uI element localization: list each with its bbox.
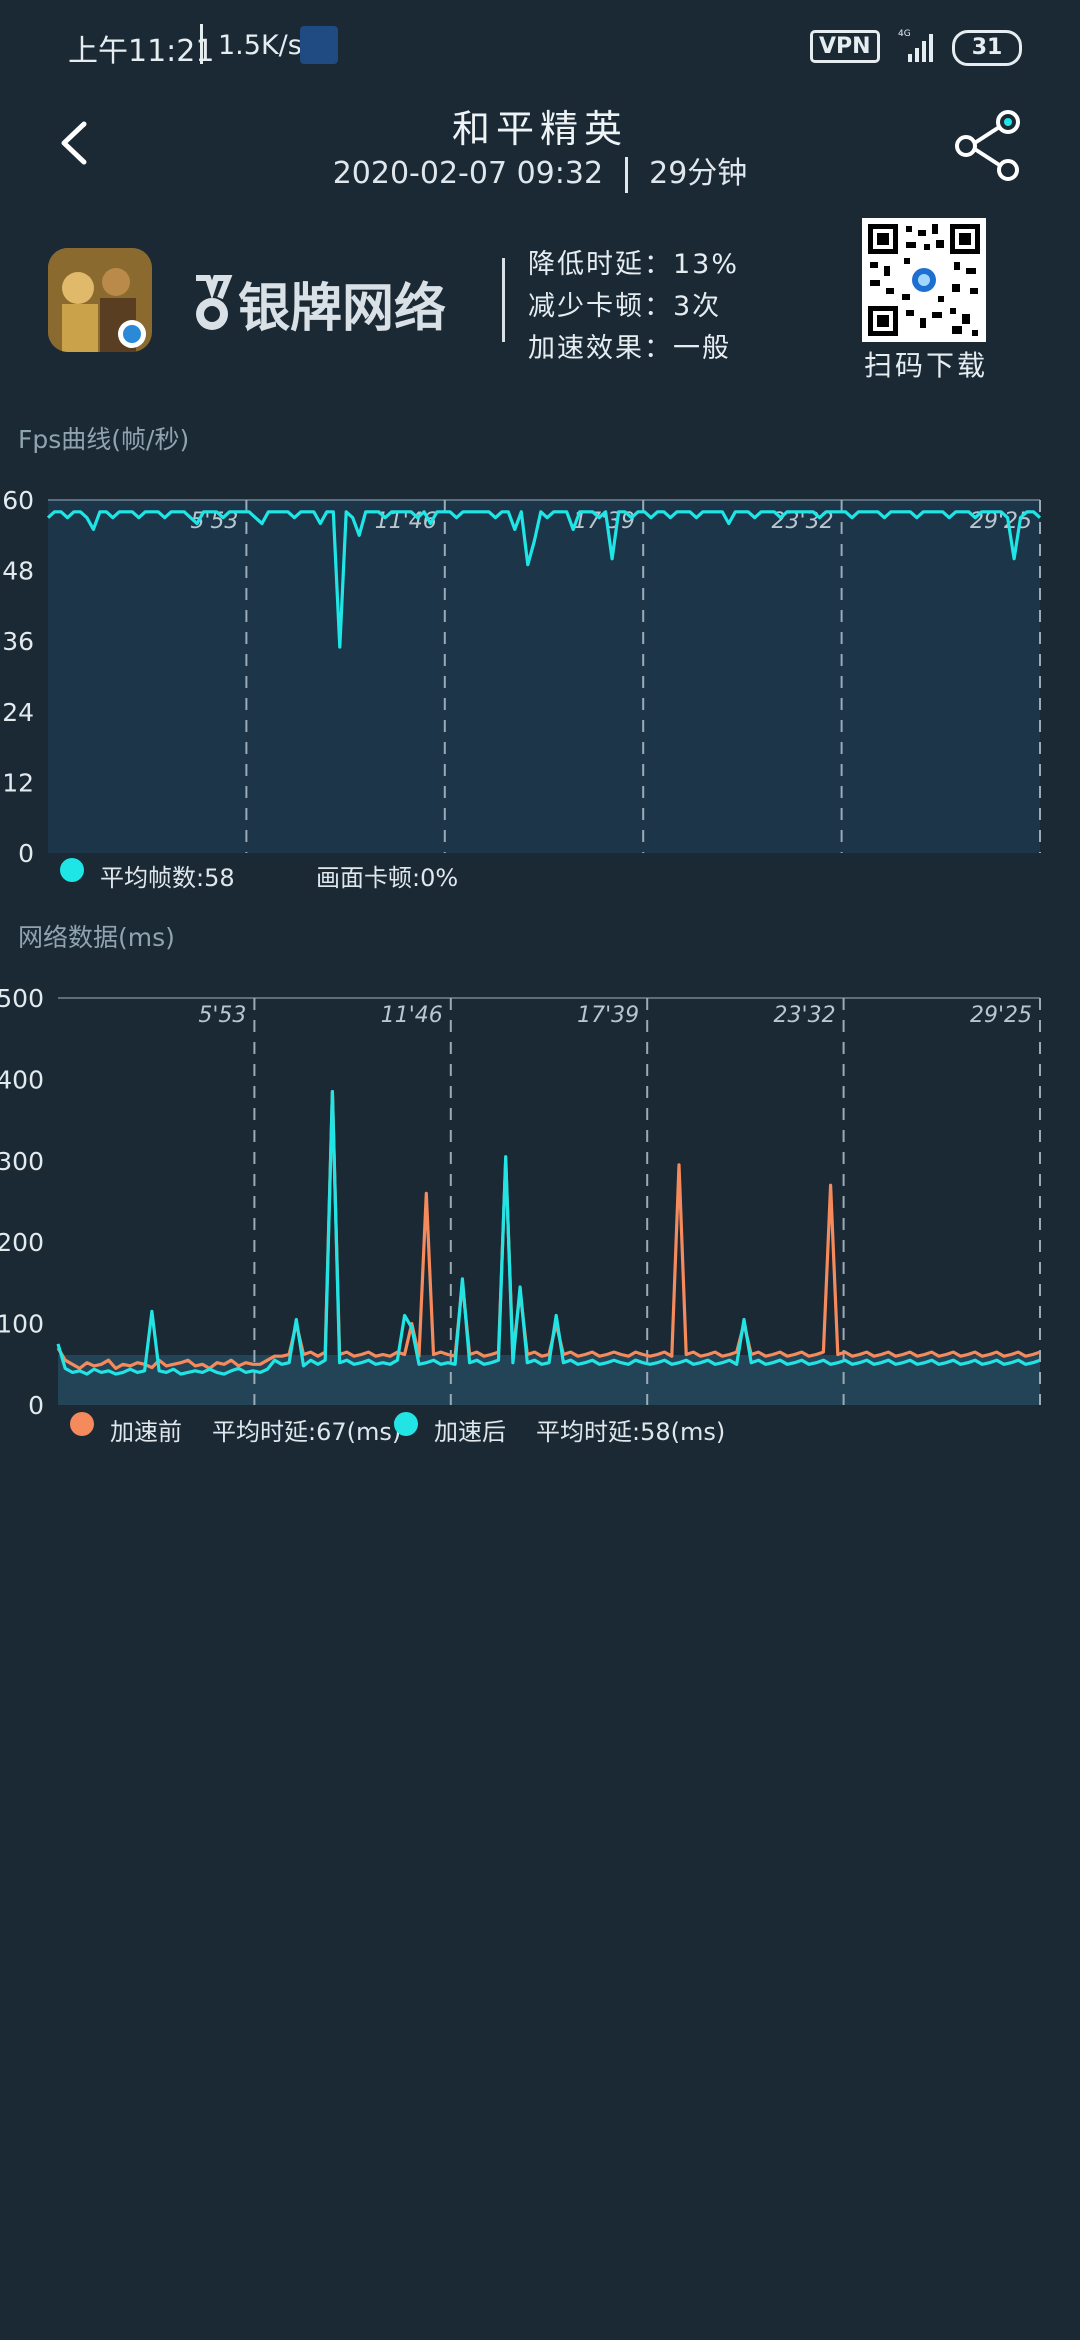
battery-icon: 31 [952,30,1022,66]
banner-divider [502,258,505,342]
net-legend-before-avg: 平均时延:67(ms) [212,1418,402,1446]
y-tick-label: 24 [2,698,34,727]
game-icon [48,248,152,352]
x-marker-label: 29'25 [970,1003,1032,1028]
stat-stutter-reduction: 减少卡顿：3次 [528,291,722,322]
y-tick-label: 60 [2,486,34,515]
subtitle-divider [624,156,628,193]
y-tick-label: 300 [0,1147,44,1176]
brand-logo: 银牌网络 [196,275,446,339]
session-duration: 29分钟 [649,156,748,191]
network-type: 4G [898,29,911,39]
y-tick-label: 12 [2,768,34,797]
session-datetime: 2020-02-07 09:32 [332,156,604,191]
qr-caption: 扫码下载 [863,349,988,382]
net-legend-after-label: 加速后 [434,1418,506,1446]
plot-area [48,500,1040,853]
status-network-speed: 1.5K/s [218,30,302,61]
y-tick-label: 200 [0,1228,44,1257]
fps-legend-avg: 平均帧数:58 [100,864,235,892]
status-time: 上午11:21 [68,34,215,69]
x-marker-label: 23'32 [774,1003,836,1028]
x-marker-label: 5'53 [198,1003,246,1028]
brand-name: 银牌网络 [238,279,446,339]
y-tick-label: 0 [18,839,34,868]
fps-section-title: Fps曲线(帧/秒) [18,425,190,454]
net-legend-after-dot [394,1412,418,1436]
app-notification-icon [300,26,338,64]
y-tick-label: 0 [28,1391,44,1420]
y-tick-label: 100 [0,1310,44,1339]
session-info: 2020-02-07 09:32 29分钟 [0,148,1080,193]
y-tick-label: 48 [2,557,34,586]
status-divider [200,24,203,64]
y-tick-label: 400 [0,1065,44,1094]
series-line [56,1090,1041,1376]
x-marker-label: 11'46 [381,1003,443,1028]
page-title: 和平精英 [451,107,628,151]
fps-legend-stutter: 画面卡顿:0% [316,864,459,892]
net-legend-after-avg: 平均时延:58(ms) [536,1418,726,1446]
series-line [56,1090,1041,1370]
net-chart: 0 100 200 300 400 500 5'53 11'46 17'39 23'32 29'25 [0,984,1041,1420]
net-section-title: 网络数据(ms) [18,923,175,952]
net-legend-before-dot [70,1412,94,1436]
signal-icon: 4G [898,29,933,62]
stat-accel-effect: 加速效果：一般 [528,333,731,364]
y-tick-label: 500 [0,984,44,1013]
fps-legend-dot [60,858,84,882]
net-legend-before-label: 加速前 [110,1418,182,1446]
medal-icon [196,275,233,330]
stat-latency-reduction: 降低时延：13% [528,249,740,280]
fps-chart: 012243648605'53 11'46 17'39 23'32 29'25 [2,486,1042,868]
x-marker-label: 17'39 [577,1003,639,1028]
y-tick-label: 36 [2,627,34,656]
vpn-icon: VPN [810,30,880,63]
share-button[interactable] [950,108,1026,184]
qr-code[interactable] [862,218,986,342]
